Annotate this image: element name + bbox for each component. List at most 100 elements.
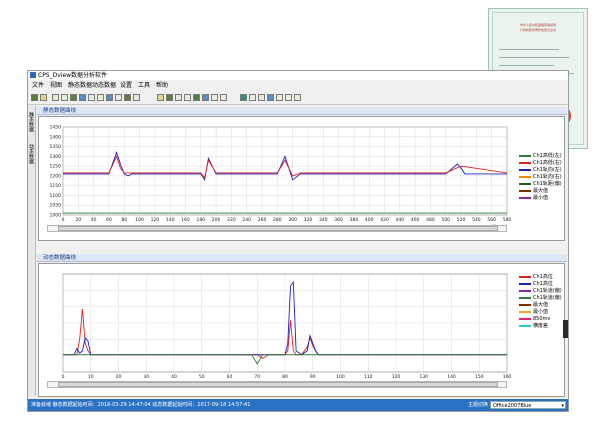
menu-bar: 文件 视图 静态数据 动态数据 设置 工具 帮助: [28, 81, 568, 91]
certificate-text-line: [499, 65, 554, 66]
legend-item: 最大值: [519, 302, 548, 308]
y-tick-label: 1100: [50, 193, 62, 199]
dynamic-scroll-thumb[interactable]: [58, 382, 498, 387]
toolbar-dyn-grid-icon[interactable]: [211, 94, 218, 101]
legend-item: Ch1轨道(偏): [519, 288, 562, 294]
legend-item: Ch1轨向(左): [519, 167, 562, 173]
menu-help[interactable]: 帮助: [156, 81, 168, 91]
x-tick-label: 580: [503, 217, 512, 223]
x-tick-label: 80: [282, 374, 288, 380]
x-tick-label: 520: [457, 217, 466, 223]
legend-item: Ch1高低(右): [519, 160, 562, 166]
toolbar-dyn-zoom-out-icon[interactable]: [184, 94, 191, 101]
toolbar-grid-icon[interactable]: [88, 94, 95, 101]
toolbar-dyn-zoom-in-icon[interactable]: [175, 94, 182, 101]
toolbar-channel-3-icon[interactable]: [258, 94, 265, 101]
legend-item: 最大值: [519, 188, 548, 194]
x-tick-label: 380: [350, 217, 359, 223]
menu-settings[interactable]: 设置: [120, 81, 132, 91]
legend-item: 横度差: [519, 323, 548, 329]
y-tick-label: 1050: [50, 203, 62, 209]
x-tick-label: 120: [392, 374, 401, 380]
toolbar-dyn-open-icon[interactable]: [157, 94, 164, 101]
x-tick-label: 60: [106, 217, 112, 223]
x-tick-label: 280: [273, 217, 282, 223]
static-panel: 0 20 40 60 80 100 120 140 160 180 200 220 240 260 280 3…: [38, 116, 565, 241]
dynamic-panel-header: 动态数据曲线: [37, 254, 567, 262]
toolbar-dyn-fit-icon[interactable]: [202, 94, 209, 101]
dynamic-h-scrollbar[interactable]: [47, 381, 507, 388]
static-scroll-thumb[interactable]: [58, 226, 498, 231]
legend-item: 最小值: [519, 309, 548, 315]
static-legend: Ch1高低(左) Ch1高低(右) Ch1轨向(左) Ch1轨向(右) Ch1轨…: [519, 153, 564, 213]
toolbar-fit-icon[interactable]: [79, 94, 86, 101]
x-tick-label: 140: [166, 217, 175, 223]
tab-dynamic-data[interactable]: 动态数据: [28, 144, 35, 164]
x-tick-label: 0: [62, 217, 65, 223]
x-tick-label: 70: [254, 374, 260, 380]
toolbar-export-icon[interactable]: [106, 94, 113, 101]
x-tick-label: 320: [304, 217, 313, 223]
menu-dynamic[interactable]: 动态数据: [92, 81, 116, 91]
toolbar-pan-icon[interactable]: [70, 94, 77, 101]
toolbar-zoom-in-icon[interactable]: [52, 94, 59, 101]
x-tick-label: 220: [227, 217, 236, 223]
toolbar-dyn-save-icon[interactable]: [166, 94, 173, 101]
x-tick-label: 90: [310, 374, 316, 380]
legend-item: 最小值: [519, 195, 548, 201]
tab-static-data[interactable]: 静态数据: [28, 112, 35, 132]
theme-label: 主题切换: [468, 402, 489, 408]
x-tick-label: 560: [487, 217, 496, 223]
x-tick-label: 120: [151, 217, 160, 223]
status-text: 准备就绪 静态数据起始时间：2016-03-29 14:47:04 动态数据起始…: [31, 402, 251, 408]
toolbar-measure-icon[interactable]: [97, 94, 104, 101]
toolbar-dyn-measure-icon[interactable]: [220, 94, 227, 101]
title-bar[interactable]: CPS_Dview数据分析软件: [28, 71, 568, 80]
toolbar-open-icon[interactable]: [31, 94, 38, 101]
x-tick-label: 20: [116, 374, 122, 380]
toolbar-channel-icon[interactable]: [240, 94, 247, 101]
legend-item: Ch1轨距(偏): [519, 181, 562, 187]
menu-view[interactable]: 视图: [50, 81, 62, 91]
toolbar-dyn-pan-icon[interactable]: [193, 94, 200, 101]
toolbar-refresh-icon[interactable]: [124, 94, 131, 101]
y-tick-label: 1450: [50, 125, 62, 131]
x-tick-label: 10: [88, 374, 94, 380]
toolbar-print-icon[interactable]: [115, 94, 122, 101]
menu-tools[interactable]: 工具: [138, 81, 150, 91]
x-tick-label: 240: [242, 217, 251, 223]
toolbar-channel-4-icon[interactable]: [267, 94, 274, 101]
toolbar-save-icon[interactable]: [40, 94, 47, 101]
x-tick-label: 340: [319, 217, 328, 223]
x-tick-label: 160: [503, 374, 512, 380]
toolbar-channel-7-icon[interactable]: [294, 94, 301, 101]
x-tick-label: 150: [475, 374, 484, 380]
app-window: CPS_Dview数据分析软件 文件 视图 静态数据 动态数据 设置 工具 帮助: [27, 70, 569, 412]
toolbar-settings-icon[interactable]: [133, 94, 140, 101]
certificate-text-line: [499, 49, 559, 50]
x-tick-label: 100: [135, 217, 144, 223]
certificate-title-line-2: 计算机软件著作权登记证书: [519, 28, 556, 32]
chevron-down-icon[interactable]: ▾: [561, 402, 564, 410]
x-tick-label: 100: [336, 374, 345, 380]
toolbar-channel-2-icon[interactable]: [249, 94, 256, 101]
x-tick-label: 460: [411, 217, 420, 223]
theme-select[interactable]: Office2007Blue ▾: [490, 401, 566, 409]
toolbar-channel-6-icon[interactable]: [285, 94, 292, 101]
x-tick-label: 140: [447, 374, 456, 380]
x-tick-label: 440: [396, 217, 405, 223]
legend-item: Ch1高位: [519, 281, 553, 287]
side-scroll-handle[interactable]: [563, 320, 568, 338]
static-h-scrollbar[interactable]: [47, 225, 507, 232]
static-panel-header: 静态数据曲线: [37, 107, 567, 115]
x-tick-label: 0: [62, 374, 65, 380]
dynamic-chart[interactable]: 0 10 20 30 40 50 60 70 80 90 100 110 120 130 140 150 160: [39, 264, 564, 396]
toolbar-zoom-out-icon[interactable]: [61, 94, 68, 101]
menu-file[interactable]: 文件: [32, 81, 44, 91]
static-chart[interactable]: 0 20 40 60 80 100 120 140 160 180 200 220 240 260 280 3…: [39, 117, 564, 240]
x-tick-label: 500: [441, 217, 450, 223]
toolbar-channel-5-icon[interactable]: [276, 94, 283, 101]
menu-static[interactable]: 静态数据: [68, 81, 92, 91]
side-tab-strip: 静态数据 动态数据: [28, 106, 36, 396]
app-icon: [30, 72, 36, 78]
